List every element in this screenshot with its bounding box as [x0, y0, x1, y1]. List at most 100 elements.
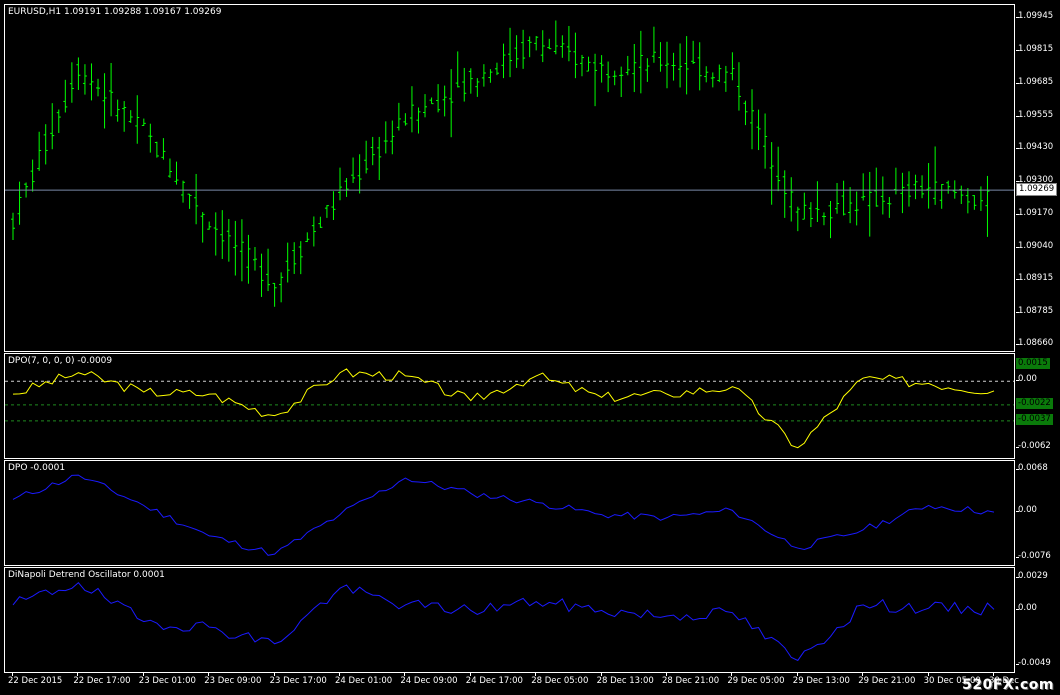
ohlc-bar: [324, 205, 329, 218]
ohlc-bar: [259, 253, 264, 297]
time-label: 28 Dec 21:00: [662, 676, 720, 686]
price-chart-pane[interactable]: EURUSD,H1 1.09191 1.09288 1.09167 1.0926…: [4, 4, 1015, 352]
ohlc-bar: [377, 136, 382, 180]
ohlc-bar: [965, 188, 970, 214]
ohlc-bar: [632, 43, 637, 93]
ohlc-bar: [560, 35, 565, 58]
ohlc-bar: [30, 159, 35, 192]
ohlc-bar: [959, 185, 964, 204]
ohlc-bar: [547, 38, 552, 50]
ohlc-bar: [403, 113, 408, 126]
time-label: 29 Dec 13:00: [792, 676, 850, 686]
ohlc-bar: [69, 62, 74, 103]
ohlc-bar: [213, 212, 218, 256]
price-axis-label: 1.08660: [1018, 338, 1054, 348]
ohlc-bar: [972, 195, 977, 210]
ohlc-bar: [89, 63, 94, 101]
ohlc-bar: [691, 40, 696, 65]
ohlc-bar: [442, 85, 447, 117]
ohlc-bar: [920, 175, 925, 199]
ohlc-bar: [246, 234, 251, 284]
ohlc-bar: [736, 62, 741, 111]
time-label: 24 Dec 17:00: [465, 676, 523, 686]
ohlc-bar: [200, 212, 205, 243]
time-axis[interactable]: 22 Dec 2015 22 Dec 17:00 23 Dec 01:00 23 De…: [4, 673, 1019, 695]
ohlc-bar: [56, 109, 61, 133]
ohlc-bar: [573, 32, 578, 79]
dpo7-pane[interactable]: DPO(7, 0, 0, 0) -0.0009: [4, 353, 1015, 459]
price-chart-svg: [5, 20, 1014, 307]
ohlc-bar: [154, 141, 159, 158]
current-price-badge: 1.09269: [1016, 183, 1058, 197]
ohlc-bar: [861, 173, 866, 201]
ohlc-bar: [802, 192, 807, 220]
price-axis[interactable]: 1.09945 1.09815 1.09685 1.09555 1.09430 1.093…: [1016, 4, 1060, 352]
ohlc-bar: [141, 118, 146, 126]
ohlc-bar: [821, 212, 826, 226]
ohlc-bar: [318, 216, 323, 228]
ohlc-bar: [946, 180, 951, 194]
osc-axis-label: 0.0029: [1018, 571, 1048, 582]
ohlc-bar: [808, 202, 813, 228]
ohlc-bar: [475, 78, 480, 97]
dpo7-axis[interactable]: 0.0015 0.00 -0.0022 -0.0037 -0.0062: [1016, 353, 1060, 459]
ohlc-bar: [449, 69, 454, 138]
ohlc-bar: [913, 174, 918, 200]
ohlc-bar: [109, 62, 114, 117]
ohlc-bar: [207, 221, 212, 230]
ohlc-bar: [194, 173, 199, 225]
price-chart-title: EURUSD,H1 1.09191 1.09288 1.09167 1.0926…: [8, 7, 222, 17]
ohlc-bar: [717, 64, 722, 83]
ohlc-bar: [455, 51, 460, 88]
ohlc-bar: [488, 69, 493, 83]
price-axis-label: 1.09170: [1018, 208, 1054, 219]
ohlc-bar: [311, 216, 316, 247]
oscillator-line: [12, 368, 995, 449]
ohlc-bar: [409, 86, 414, 133]
ohlc-bar: [926, 163, 931, 209]
ohlc-bar: [743, 100, 748, 126]
ohlc-bar: [351, 157, 356, 183]
ohlc-bar: [364, 140, 369, 174]
ohlc-bar: [527, 36, 532, 58]
ohlc-bar: [17, 181, 22, 225]
ohlc-bar: [135, 95, 140, 144]
ohlc-bar: [233, 220, 238, 276]
dpo7-chart-svg: [5, 368, 1014, 449]
ohlc-bar: [161, 138, 166, 160]
ohlc-bar: [167, 158, 172, 178]
osc-level-badge: -0.0037: [1016, 413, 1053, 425]
ohlc-bar: [63, 79, 68, 113]
dinapoli-pane[interactable]: DiNapoli Detrend Oscillator 0.0001: [4, 567, 1015, 673]
ohlc-bar: [867, 171, 872, 237]
ohlc-bar: [37, 131, 42, 171]
price-axis-label: 1.08915: [1018, 273, 1054, 284]
ohlc-bar: [795, 206, 800, 232]
ohlc-bar: [436, 84, 441, 113]
ohlc-bar: [933, 146, 938, 205]
dpo-pane[interactable]: DPO -0.0001: [4, 460, 1015, 566]
ohlc-bar: [43, 124, 48, 165]
ohlc-bar: [429, 97, 434, 105]
ohlc-bar: [521, 29, 526, 69]
ohlc-bar: [272, 282, 277, 307]
time-label: 22 Dec 2015: [8, 676, 63, 686]
ohlc-bar: [82, 64, 87, 95]
ohlc-bar: [148, 123, 153, 153]
dinapoli-axis[interactable]: 0.0029 0.00 -0.0049: [1016, 567, 1060, 673]
ohlc-bar: [96, 78, 101, 97]
ohlc-bar: [756, 109, 761, 151]
dpo7-title: DPO(7, 0, 0, 0) -0.0009: [8, 356, 113, 366]
osc-axis-label: 0.00: [1018, 374, 1037, 385]
osc-axis-label: -0.0062: [1018, 440, 1051, 451]
ohlc-bar: [880, 176, 885, 215]
time-label: 28 Dec 05:00: [531, 676, 589, 686]
osc-axis-label: -0.0049: [1018, 657, 1051, 668]
ohlc-bar: [815, 181, 820, 223]
ohlc-bar: [874, 167, 879, 207]
osc-level-badge: -0.0022: [1016, 397, 1053, 409]
dpo-axis[interactable]: 0.0068 0.00 -0.0076: [1016, 460, 1060, 566]
price-axis-label: 1.09945: [1018, 11, 1054, 22]
ohlc-bar: [534, 36, 539, 51]
ohlc-bar: [835, 183, 840, 214]
